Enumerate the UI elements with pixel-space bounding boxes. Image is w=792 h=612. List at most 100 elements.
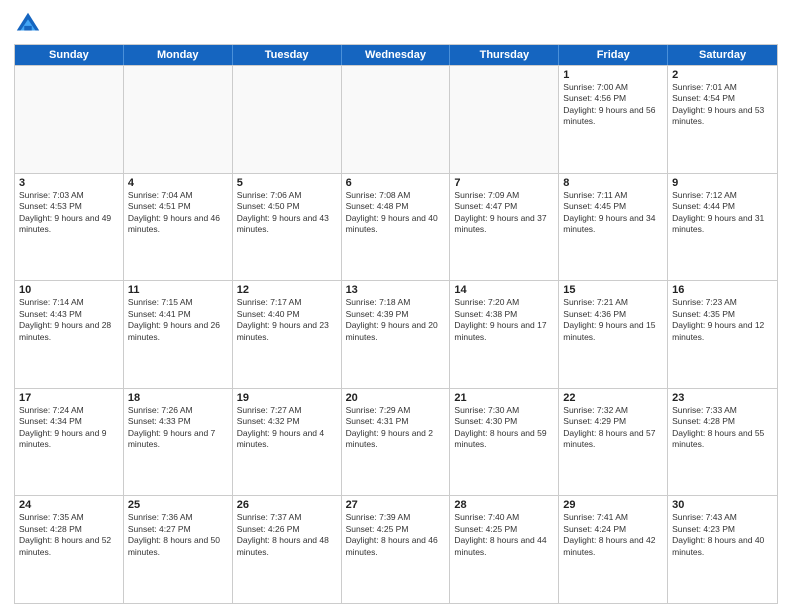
day-info-10: Sunrise: 7:14 AM Sunset: 4:43 PM Dayligh… — [19, 297, 119, 343]
day-number-26: 26 — [237, 499, 337, 511]
day-number-12: 12 — [237, 284, 337, 296]
day-cell-10: 10Sunrise: 7:14 AM Sunset: 4:43 PM Dayli… — [15, 281, 124, 388]
empty-cell-r0c0 — [15, 66, 124, 173]
day-number-30: 30 — [672, 499, 773, 511]
day-cell-2: 2Sunrise: 7:01 AM Sunset: 4:54 PM Daylig… — [668, 66, 777, 173]
calendar-row-1: 3Sunrise: 7:03 AM Sunset: 4:53 PM Daylig… — [15, 173, 777, 281]
day-number-27: 27 — [346, 499, 446, 511]
empty-cell-r0c3 — [342, 66, 451, 173]
day-number-14: 14 — [454, 284, 554, 296]
day-cell-20: 20Sunrise: 7:29 AM Sunset: 4:31 PM Dayli… — [342, 389, 451, 496]
day-cell-19: 19Sunrise: 7:27 AM Sunset: 4:32 PM Dayli… — [233, 389, 342, 496]
day-cell-26: 26Sunrise: 7:37 AM Sunset: 4:26 PM Dayli… — [233, 496, 342, 603]
day-info-8: Sunrise: 7:11 AM Sunset: 4:45 PM Dayligh… — [563, 190, 663, 236]
day-number-28: 28 — [454, 499, 554, 511]
day-info-19: Sunrise: 7:27 AM Sunset: 4:32 PM Dayligh… — [237, 405, 337, 451]
day-number-4: 4 — [128, 177, 228, 189]
day-number-5: 5 — [237, 177, 337, 189]
day-number-23: 23 — [672, 392, 773, 404]
day-cell-23: 23Sunrise: 7:33 AM Sunset: 4:28 PM Dayli… — [668, 389, 777, 496]
day-info-21: Sunrise: 7:30 AM Sunset: 4:30 PM Dayligh… — [454, 405, 554, 451]
day-info-12: Sunrise: 7:17 AM Sunset: 4:40 PM Dayligh… — [237, 297, 337, 343]
day-info-26: Sunrise: 7:37 AM Sunset: 4:26 PM Dayligh… — [237, 512, 337, 558]
day-info-11: Sunrise: 7:15 AM Sunset: 4:41 PM Dayligh… — [128, 297, 228, 343]
calendar-body: 1Sunrise: 7:00 AM Sunset: 4:56 PM Daylig… — [15, 65, 777, 603]
day-number-2: 2 — [672, 69, 773, 81]
header — [14, 10, 778, 38]
day-number-17: 17 — [19, 392, 119, 404]
header-wednesday: Wednesday — [342, 45, 451, 65]
day-cell-6: 6Sunrise: 7:08 AM Sunset: 4:48 PM Daylig… — [342, 174, 451, 281]
day-info-28: Sunrise: 7:40 AM Sunset: 4:25 PM Dayligh… — [454, 512, 554, 558]
day-number-24: 24 — [19, 499, 119, 511]
day-cell-15: 15Sunrise: 7:21 AM Sunset: 4:36 PM Dayli… — [559, 281, 668, 388]
day-info-17: Sunrise: 7:24 AM Sunset: 4:34 PM Dayligh… — [19, 405, 119, 451]
logo-icon — [14, 10, 42, 38]
day-info-13: Sunrise: 7:18 AM Sunset: 4:39 PM Dayligh… — [346, 297, 446, 343]
day-info-1: Sunrise: 7:00 AM Sunset: 4:56 PM Dayligh… — [563, 82, 663, 128]
day-number-29: 29 — [563, 499, 663, 511]
day-cell-21: 21Sunrise: 7:30 AM Sunset: 4:30 PM Dayli… — [450, 389, 559, 496]
day-cell-11: 11Sunrise: 7:15 AM Sunset: 4:41 PM Dayli… — [124, 281, 233, 388]
calendar: Sunday Monday Tuesday Wednesday Thursday… — [14, 44, 778, 604]
day-cell-5: 5Sunrise: 7:06 AM Sunset: 4:50 PM Daylig… — [233, 174, 342, 281]
day-cell-27: 27Sunrise: 7:39 AM Sunset: 4:25 PM Dayli… — [342, 496, 451, 603]
day-cell-8: 8Sunrise: 7:11 AM Sunset: 4:45 PM Daylig… — [559, 174, 668, 281]
day-cell-13: 13Sunrise: 7:18 AM Sunset: 4:39 PM Dayli… — [342, 281, 451, 388]
header-sunday: Sunday — [15, 45, 124, 65]
day-info-22: Sunrise: 7:32 AM Sunset: 4:29 PM Dayligh… — [563, 405, 663, 451]
day-cell-14: 14Sunrise: 7:20 AM Sunset: 4:38 PM Dayli… — [450, 281, 559, 388]
day-cell-22: 22Sunrise: 7:32 AM Sunset: 4:29 PM Dayli… — [559, 389, 668, 496]
calendar-row-4: 24Sunrise: 7:35 AM Sunset: 4:28 PM Dayli… — [15, 495, 777, 603]
day-cell-7: 7Sunrise: 7:09 AM Sunset: 4:47 PM Daylig… — [450, 174, 559, 281]
day-cell-24: 24Sunrise: 7:35 AM Sunset: 4:28 PM Dayli… — [15, 496, 124, 603]
day-info-16: Sunrise: 7:23 AM Sunset: 4:35 PM Dayligh… — [672, 297, 773, 343]
day-cell-4: 4Sunrise: 7:04 AM Sunset: 4:51 PM Daylig… — [124, 174, 233, 281]
day-cell-17: 17Sunrise: 7:24 AM Sunset: 4:34 PM Dayli… — [15, 389, 124, 496]
day-number-25: 25 — [128, 499, 228, 511]
day-number-1: 1 — [563, 69, 663, 81]
calendar-row-3: 17Sunrise: 7:24 AM Sunset: 4:34 PM Dayli… — [15, 388, 777, 496]
day-info-30: Sunrise: 7:43 AM Sunset: 4:23 PM Dayligh… — [672, 512, 773, 558]
day-number-18: 18 — [128, 392, 228, 404]
day-number-15: 15 — [563, 284, 663, 296]
day-info-18: Sunrise: 7:26 AM Sunset: 4:33 PM Dayligh… — [128, 405, 228, 451]
day-number-3: 3 — [19, 177, 119, 189]
day-info-4: Sunrise: 7:04 AM Sunset: 4:51 PM Dayligh… — [128, 190, 228, 236]
day-cell-9: 9Sunrise: 7:12 AM Sunset: 4:44 PM Daylig… — [668, 174, 777, 281]
day-cell-18: 18Sunrise: 7:26 AM Sunset: 4:33 PM Dayli… — [124, 389, 233, 496]
calendar-row-0: 1Sunrise: 7:00 AM Sunset: 4:56 PM Daylig… — [15, 65, 777, 173]
day-number-13: 13 — [346, 284, 446, 296]
day-info-29: Sunrise: 7:41 AM Sunset: 4:24 PM Dayligh… — [563, 512, 663, 558]
day-number-20: 20 — [346, 392, 446, 404]
day-number-6: 6 — [346, 177, 446, 189]
header-saturday: Saturday — [668, 45, 777, 65]
day-info-15: Sunrise: 7:21 AM Sunset: 4:36 PM Dayligh… — [563, 297, 663, 343]
calendar-header: Sunday Monday Tuesday Wednesday Thursday… — [15, 45, 777, 65]
day-cell-28: 28Sunrise: 7:40 AM Sunset: 4:25 PM Dayli… — [450, 496, 559, 603]
day-info-24: Sunrise: 7:35 AM Sunset: 4:28 PM Dayligh… — [19, 512, 119, 558]
day-cell-30: 30Sunrise: 7:43 AM Sunset: 4:23 PM Dayli… — [668, 496, 777, 603]
header-friday: Friday — [559, 45, 668, 65]
page: Sunday Monday Tuesday Wednesday Thursday… — [0, 0, 792, 612]
logo — [14, 10, 46, 38]
day-info-25: Sunrise: 7:36 AM Sunset: 4:27 PM Dayligh… — [128, 512, 228, 558]
day-number-21: 21 — [454, 392, 554, 404]
day-number-16: 16 — [672, 284, 773, 296]
day-cell-3: 3Sunrise: 7:03 AM Sunset: 4:53 PM Daylig… — [15, 174, 124, 281]
day-number-11: 11 — [128, 284, 228, 296]
day-info-6: Sunrise: 7:08 AM Sunset: 4:48 PM Dayligh… — [346, 190, 446, 236]
header-thursday: Thursday — [450, 45, 559, 65]
day-number-10: 10 — [19, 284, 119, 296]
day-info-7: Sunrise: 7:09 AM Sunset: 4:47 PM Dayligh… — [454, 190, 554, 236]
header-tuesday: Tuesday — [233, 45, 342, 65]
day-cell-29: 29Sunrise: 7:41 AM Sunset: 4:24 PM Dayli… — [559, 496, 668, 603]
header-monday: Monday — [124, 45, 233, 65]
day-number-22: 22 — [563, 392, 663, 404]
calendar-row-2: 10Sunrise: 7:14 AM Sunset: 4:43 PM Dayli… — [15, 280, 777, 388]
day-info-5: Sunrise: 7:06 AM Sunset: 4:50 PM Dayligh… — [237, 190, 337, 236]
day-number-9: 9 — [672, 177, 773, 189]
day-number-8: 8 — [563, 177, 663, 189]
day-info-2: Sunrise: 7:01 AM Sunset: 4:54 PM Dayligh… — [672, 82, 773, 128]
day-number-7: 7 — [454, 177, 554, 189]
